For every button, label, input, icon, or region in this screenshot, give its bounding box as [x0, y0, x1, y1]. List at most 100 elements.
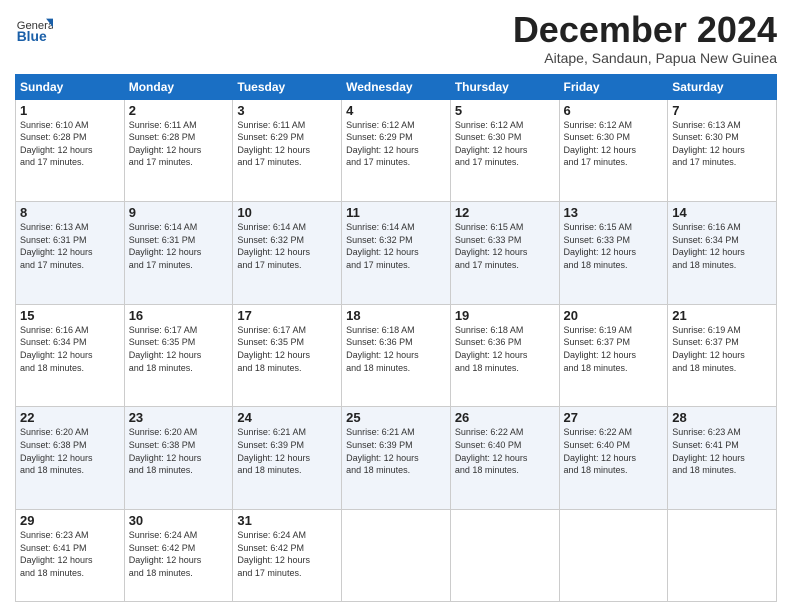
day-number: 13: [564, 205, 664, 220]
day-number: 26: [455, 410, 555, 425]
logo-icon: General Blue: [15, 10, 53, 48]
day-info: Sunrise: 6:20 AM Sunset: 6:38 PM Dayligh…: [20, 426, 120, 476]
calendar-cell: 18Sunrise: 6:18 AM Sunset: 6:36 PM Dayli…: [342, 304, 451, 407]
title-block: December 2024 Aitape, Sandaun, Papua New…: [513, 10, 777, 66]
calendar-cell: 26Sunrise: 6:22 AM Sunset: 6:40 PM Dayli…: [450, 407, 559, 510]
day-info: Sunrise: 6:23 AM Sunset: 6:41 PM Dayligh…: [672, 426, 772, 476]
day-header-tuesday: Tuesday: [233, 74, 342, 99]
page: General Blue December 2024 Aitape, Sanda…: [0, 0, 792, 612]
day-number: 10: [237, 205, 337, 220]
day-number: 15: [20, 308, 120, 323]
calendar-cell: [668, 510, 777, 602]
day-info: Sunrise: 6:21 AM Sunset: 6:39 PM Dayligh…: [237, 426, 337, 476]
day-info: Sunrise: 6:18 AM Sunset: 6:36 PM Dayligh…: [455, 324, 555, 374]
calendar-cell: 21Sunrise: 6:19 AM Sunset: 6:37 PM Dayli…: [668, 304, 777, 407]
day-info: Sunrise: 6:14 AM Sunset: 6:32 PM Dayligh…: [237, 221, 337, 271]
calendar-cell: 1Sunrise: 6:10 AM Sunset: 6:28 PM Daylig…: [16, 99, 125, 202]
day-info: Sunrise: 6:18 AM Sunset: 6:36 PM Dayligh…: [346, 324, 446, 374]
day-info: Sunrise: 6:19 AM Sunset: 6:37 PM Dayligh…: [564, 324, 664, 374]
day-info: Sunrise: 6:16 AM Sunset: 6:34 PM Dayligh…: [672, 221, 772, 271]
day-info: Sunrise: 6:22 AM Sunset: 6:40 PM Dayligh…: [455, 426, 555, 476]
calendar-cell: 14Sunrise: 6:16 AM Sunset: 6:34 PM Dayli…: [668, 202, 777, 305]
day-number: 6: [564, 103, 664, 118]
day-info: Sunrise: 6:19 AM Sunset: 6:37 PM Dayligh…: [672, 324, 772, 374]
calendar-cell: 8Sunrise: 6:13 AM Sunset: 6:31 PM Daylig…: [16, 202, 125, 305]
day-info: Sunrise: 6:11 AM Sunset: 6:28 PM Dayligh…: [129, 119, 229, 169]
day-number: 4: [346, 103, 446, 118]
calendar-cell: 10Sunrise: 6:14 AM Sunset: 6:32 PM Dayli…: [233, 202, 342, 305]
day-info: Sunrise: 6:12 AM Sunset: 6:30 PM Dayligh…: [455, 119, 555, 169]
calendar-cell: 16Sunrise: 6:17 AM Sunset: 6:35 PM Dayli…: [124, 304, 233, 407]
day-number: 7: [672, 103, 772, 118]
day-number: 25: [346, 410, 446, 425]
day-info: Sunrise: 6:21 AM Sunset: 6:39 PM Dayligh…: [346, 426, 446, 476]
day-number: 3: [237, 103, 337, 118]
day-info: Sunrise: 6:12 AM Sunset: 6:30 PM Dayligh…: [564, 119, 664, 169]
calendar-cell: [559, 510, 668, 602]
day-number: 2: [129, 103, 229, 118]
day-number: 29: [20, 513, 120, 528]
day-number: 18: [346, 308, 446, 323]
calendar-cell: 25Sunrise: 6:21 AM Sunset: 6:39 PM Dayli…: [342, 407, 451, 510]
calendar-cell: 7Sunrise: 6:13 AM Sunset: 6:30 PM Daylig…: [668, 99, 777, 202]
calendar-cell: 28Sunrise: 6:23 AM Sunset: 6:41 PM Dayli…: [668, 407, 777, 510]
calendar-cell: 29Sunrise: 6:23 AM Sunset: 6:41 PM Dayli…: [16, 510, 125, 602]
day-info: Sunrise: 6:13 AM Sunset: 6:31 PM Dayligh…: [20, 221, 120, 271]
day-info: Sunrise: 6:20 AM Sunset: 6:38 PM Dayligh…: [129, 426, 229, 476]
calendar-body: 1Sunrise: 6:10 AM Sunset: 6:28 PM Daylig…: [16, 99, 777, 601]
week-row-3: 15Sunrise: 6:16 AM Sunset: 6:34 PM Dayli…: [16, 304, 777, 407]
day-number: 9: [129, 205, 229, 220]
day-info: Sunrise: 6:17 AM Sunset: 6:35 PM Dayligh…: [237, 324, 337, 374]
day-info: Sunrise: 6:13 AM Sunset: 6:30 PM Dayligh…: [672, 119, 772, 169]
week-row-5: 29Sunrise: 6:23 AM Sunset: 6:41 PM Dayli…: [16, 510, 777, 602]
calendar-cell: 20Sunrise: 6:19 AM Sunset: 6:37 PM Dayli…: [559, 304, 668, 407]
day-info: Sunrise: 6:15 AM Sunset: 6:33 PM Dayligh…: [564, 221, 664, 271]
calendar-cell: 24Sunrise: 6:21 AM Sunset: 6:39 PM Dayli…: [233, 407, 342, 510]
calendar-cell: 23Sunrise: 6:20 AM Sunset: 6:38 PM Dayli…: [124, 407, 233, 510]
day-number: 24: [237, 410, 337, 425]
day-number: 5: [455, 103, 555, 118]
calendar-cell: 13Sunrise: 6:15 AM Sunset: 6:33 PM Dayli…: [559, 202, 668, 305]
day-header-monday: Monday: [124, 74, 233, 99]
day-info: Sunrise: 6:24 AM Sunset: 6:42 PM Dayligh…: [237, 529, 337, 579]
day-number: 21: [672, 308, 772, 323]
subtitle: Aitape, Sandaun, Papua New Guinea: [513, 50, 777, 66]
day-number: 31: [237, 513, 337, 528]
calendar-cell: [342, 510, 451, 602]
day-number: 20: [564, 308, 664, 323]
calendar-cell: 15Sunrise: 6:16 AM Sunset: 6:34 PM Dayli…: [16, 304, 125, 407]
calendar-cell: 22Sunrise: 6:20 AM Sunset: 6:38 PM Dayli…: [16, 407, 125, 510]
day-number: 23: [129, 410, 229, 425]
day-number: 8: [20, 205, 120, 220]
calendar-cell: 6Sunrise: 6:12 AM Sunset: 6:30 PM Daylig…: [559, 99, 668, 202]
day-number: 11: [346, 205, 446, 220]
day-number: 28: [672, 410, 772, 425]
calendar-cell: 27Sunrise: 6:22 AM Sunset: 6:40 PM Dayli…: [559, 407, 668, 510]
calendar-cell: 30Sunrise: 6:24 AM Sunset: 6:42 PM Dayli…: [124, 510, 233, 602]
calendar-cell: 3Sunrise: 6:11 AM Sunset: 6:29 PM Daylig…: [233, 99, 342, 202]
calendar-cell: 2Sunrise: 6:11 AM Sunset: 6:28 PM Daylig…: [124, 99, 233, 202]
day-number: 14: [672, 205, 772, 220]
calendar-cell: 4Sunrise: 6:12 AM Sunset: 6:29 PM Daylig…: [342, 99, 451, 202]
calendar-cell: 17Sunrise: 6:17 AM Sunset: 6:35 PM Dayli…: [233, 304, 342, 407]
day-number: 19: [455, 308, 555, 323]
days-header-row: SundayMondayTuesdayWednesdayThursdayFrid…: [16, 74, 777, 99]
day-number: 30: [129, 513, 229, 528]
calendar-table: SundayMondayTuesdayWednesdayThursdayFrid…: [15, 74, 777, 602]
calendar-cell: 11Sunrise: 6:14 AM Sunset: 6:32 PM Dayli…: [342, 202, 451, 305]
day-header-sunday: Sunday: [16, 74, 125, 99]
week-row-4: 22Sunrise: 6:20 AM Sunset: 6:38 PM Dayli…: [16, 407, 777, 510]
day-info: Sunrise: 6:16 AM Sunset: 6:34 PM Dayligh…: [20, 324, 120, 374]
day-info: Sunrise: 6:22 AM Sunset: 6:40 PM Dayligh…: [564, 426, 664, 476]
day-number: 27: [564, 410, 664, 425]
calendar-cell: 19Sunrise: 6:18 AM Sunset: 6:36 PM Dayli…: [450, 304, 559, 407]
day-header-saturday: Saturday: [668, 74, 777, 99]
svg-text:Blue: Blue: [17, 28, 47, 44]
calendar-cell: 5Sunrise: 6:12 AM Sunset: 6:30 PM Daylig…: [450, 99, 559, 202]
day-info: Sunrise: 6:14 AM Sunset: 6:31 PM Dayligh…: [129, 221, 229, 271]
day-info: Sunrise: 6:11 AM Sunset: 6:29 PM Dayligh…: [237, 119, 337, 169]
day-header-wednesday: Wednesday: [342, 74, 451, 99]
month-title: December 2024: [513, 10, 777, 50]
week-row-1: 1Sunrise: 6:10 AM Sunset: 6:28 PM Daylig…: [16, 99, 777, 202]
day-info: Sunrise: 6:14 AM Sunset: 6:32 PM Dayligh…: [346, 221, 446, 271]
